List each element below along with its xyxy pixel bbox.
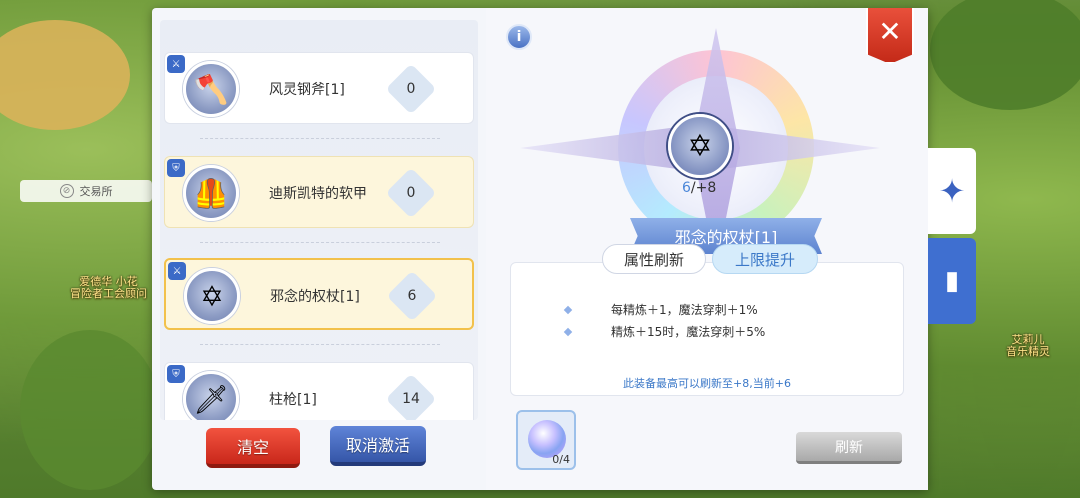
item-name: 迪斯凯特的软甲 bbox=[269, 186, 367, 202]
tab-limit-increase[interactable]: 上限提升 bbox=[712, 244, 818, 274]
list-divider bbox=[200, 138, 440, 139]
trade-icon: ⊘ bbox=[59, 184, 74, 198]
bullet-icon bbox=[563, 305, 573, 314]
item-card-selected[interactable]: ⚔ ✡ 邪念的权杖[1] 6 bbox=[164, 258, 474, 330]
compass-icon: ✦ bbox=[938, 172, 966, 210]
refresh-button[interactable]: 刷新 bbox=[796, 432, 902, 464]
material-count: 0/4 bbox=[552, 453, 570, 466]
item-count: 0 bbox=[406, 81, 416, 97]
tab-attribute-refresh[interactable]: 属性刷新 bbox=[602, 244, 706, 274]
clear-button[interactable]: 清空 bbox=[206, 428, 300, 468]
scene-rock bbox=[0, 20, 130, 130]
weapon-type-icon: ⚔ bbox=[167, 55, 185, 73]
weapon-type-icon: ⚔ bbox=[168, 262, 186, 280]
list-divider bbox=[200, 344, 440, 345]
item-count: 14 bbox=[402, 391, 420, 407]
scene-grass bbox=[20, 330, 160, 490]
list-divider bbox=[200, 242, 440, 243]
item-count-badge: 0 bbox=[385, 167, 437, 219]
attribute-box: 每精炼＋1，魔法穿刺＋1% 精炼＋15时，魔法穿刺＋5% 此装备最高可以刷新至+… bbox=[510, 262, 904, 396]
bullet-icon bbox=[563, 327, 573, 336]
rune-compass: ✡ 6/+8 邪念的权杖[1] bbox=[520, 28, 880, 268]
item-name: 柱枪[1] bbox=[269, 392, 317, 408]
trade-tag[interactable]: ⊘ 交易所 bbox=[20, 180, 152, 202]
npc-right-label[interactable]: 艾莉儿 音乐精灵 bbox=[1000, 334, 1056, 358]
attr-text: 每精炼＋1，魔法穿刺＋1% bbox=[611, 303, 758, 317]
refine-panel: ⚔ 🪓 风灵钢斧[1] 0 ⛨ 🦺 迪斯凯特的软甲 0 ⚔ ✡ 邪念的权杖[1]… bbox=[152, 8, 928, 490]
book-icon: ▮ bbox=[944, 266, 960, 296]
refine-note: 此装备最高可以刷新至+8,当前+6 bbox=[623, 377, 791, 390]
npc-right-title: 音乐精灵 bbox=[1006, 345, 1050, 358]
spear-icon: 🗡 bbox=[183, 371, 239, 420]
item-count-badge: 6 bbox=[386, 270, 438, 322]
close-icon: ✕ bbox=[878, 14, 902, 48]
item-card[interactable]: ⚔ 🪓 风灵钢斧[1] 0 bbox=[164, 52, 474, 124]
npc-left-title: 冒险者工会顾问 bbox=[70, 287, 147, 300]
side-tab-compass[interactable]: ✦ bbox=[928, 148, 976, 234]
item-count: 0 bbox=[406, 185, 416, 201]
item-card[interactable]: ⛨ 🗡 柱枪[1] 14 bbox=[164, 362, 474, 420]
refine-current: 6 bbox=[682, 180, 691, 196]
detail-panel: i ✕ ✡ 6/+8 邪念的权杖[1] 每精炼＋1，魔法穿刺＋1% 精炼＋15时… bbox=[486, 8, 928, 490]
trade-label: 交易所 bbox=[79, 185, 113, 198]
armor-type-icon: ⛨ bbox=[167, 159, 185, 177]
item-list[interactable]: ⚔ 🪓 风灵钢斧[1] 0 ⛨ 🦺 迪斯凯特的软甲 0 ⚔ ✡ 邪念的权杖[1]… bbox=[160, 20, 478, 420]
refine-max: /+8 bbox=[690, 180, 717, 196]
refine-level: 6/+8 bbox=[682, 180, 716, 196]
item-count: 6 bbox=[407, 288, 417, 304]
item-count-badge: 0 bbox=[385, 63, 437, 115]
staff-icon: ✡ bbox=[668, 114, 732, 178]
armor-type-icon: ⛨ bbox=[167, 365, 185, 383]
armor-icon: 🦺 bbox=[183, 165, 239, 221]
cancel-activate-button[interactable]: 取消激活 bbox=[330, 426, 426, 466]
item-card[interactable]: ⛨ 🦺 迪斯凯特的软甲 0 bbox=[164, 156, 474, 228]
attr-line: 精炼＋15时，魔法穿刺＋5% bbox=[563, 323, 766, 340]
attr-text: 精炼＋15时，魔法穿刺＋5% bbox=[611, 325, 766, 339]
material-slot[interactable]: 0/4 bbox=[516, 410, 576, 470]
item-name: 风灵钢斧[1] bbox=[269, 82, 345, 98]
staff-icon: ✡ bbox=[184, 268, 240, 324]
attr-line: 每精炼＋1，魔法穿刺＋1% bbox=[563, 301, 758, 318]
item-name: 邪念的权杖[1] bbox=[270, 289, 360, 305]
scene-tree bbox=[930, 0, 1080, 110]
npc-left-label[interactable]: 爱德华 小花 冒险者工会顾问 bbox=[70, 276, 147, 300]
axe-icon: 🪓 bbox=[183, 61, 239, 117]
item-count-badge: 14 bbox=[385, 373, 437, 420]
side-tab-book[interactable]: ▮ bbox=[928, 238, 976, 324]
